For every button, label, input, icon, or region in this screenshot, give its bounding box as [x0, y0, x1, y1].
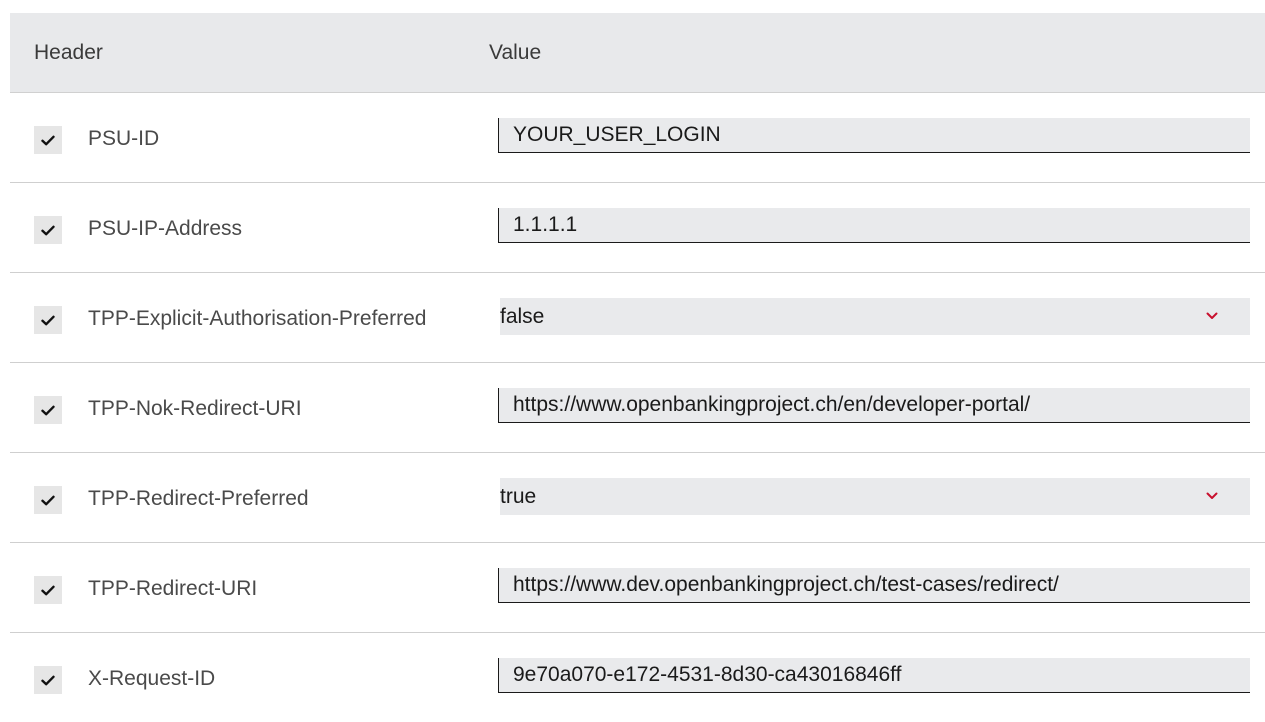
table-row: TPP-Redirect-Preferred true [10, 453, 1265, 543]
headers-table: Header Value PSU-ID PSU-IP-Address TPP-E… [10, 13, 1265, 722]
header-value-input[interactable] [498, 118, 1250, 153]
enable-checkbox[interactable] [34, 216, 62, 244]
column-header-value: Value [489, 41, 542, 64]
checkmark-icon [41, 315, 55, 325]
header-value-select[interactable]: true [500, 478, 1250, 515]
enable-checkbox[interactable] [34, 126, 62, 154]
header-name: PSU-ID [88, 127, 160, 150]
table-row: TPP-Redirect-URI [10, 543, 1265, 633]
select-value: false [500, 305, 545, 328]
checkmark-icon [41, 585, 55, 595]
table-row: X-Request-ID [10, 633, 1265, 722]
header-name: TPP-Redirect-Preferred [88, 487, 309, 510]
header-name: TPP-Redirect-URI [88, 577, 258, 600]
header-value-input[interactable] [498, 568, 1250, 603]
enable-checkbox[interactable] [34, 396, 62, 424]
checkmark-icon [41, 225, 55, 235]
table-row: PSU-IP-Address [10, 183, 1265, 273]
table-row: TPP-Nok-Redirect-URI [10, 363, 1265, 453]
header-name: TPP-Explicit-Authorisation-Preferred [88, 307, 427, 330]
enable-checkbox[interactable] [34, 486, 62, 514]
checkmark-icon [41, 495, 55, 505]
header-value-select[interactable]: false [500, 298, 1250, 335]
table-header-row: Header Value [10, 13, 1265, 93]
chevron-down-icon [1206, 312, 1218, 319]
enable-checkbox[interactable] [34, 666, 62, 694]
chevron-down-icon [1206, 492, 1218, 499]
header-value-input[interactable] [498, 208, 1250, 243]
table-row: TPP-Explicit-Authorisation-Preferred fal… [10, 273, 1265, 363]
header-name: X-Request-ID [88, 667, 216, 690]
select-value: true [500, 485, 537, 508]
checkmark-icon [41, 135, 55, 145]
column-header-header: Header [34, 41, 103, 64]
enable-checkbox[interactable] [34, 576, 62, 604]
header-name: PSU-IP-Address [88, 217, 243, 240]
table-row: PSU-ID [10, 93, 1265, 183]
header-name: TPP-Nok-Redirect-URI [88, 397, 302, 420]
enable-checkbox[interactable] [34, 306, 62, 334]
checkmark-icon [41, 405, 55, 415]
checkmark-icon [41, 675, 55, 685]
header-value-input[interactable] [498, 388, 1250, 423]
header-value-input[interactable] [498, 658, 1250, 693]
